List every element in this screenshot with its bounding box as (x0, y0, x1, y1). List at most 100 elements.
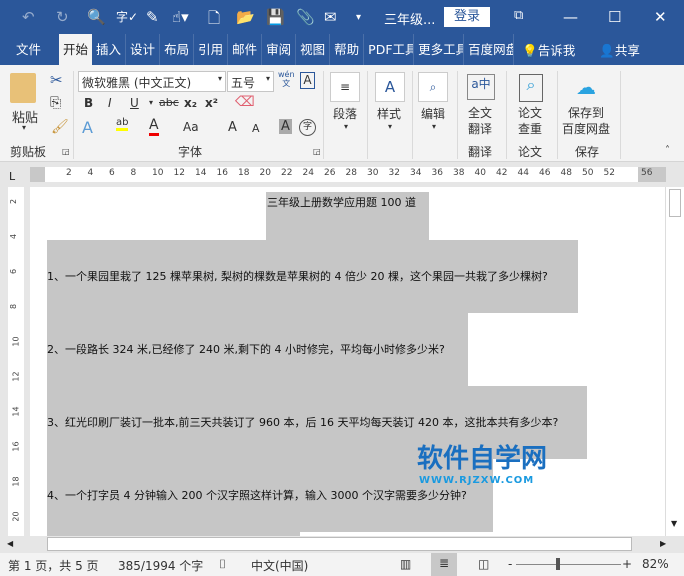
translate-icon[interactable]: a中 (467, 74, 495, 100)
chevron-down-icon[interactable]: ▾ (432, 122, 436, 131)
underline-button[interactable]: U (130, 96, 139, 110)
zoom-slider-thumb[interactable] (556, 558, 560, 570)
zoom-out-button[interactable]: - (508, 557, 512, 571)
tab-mailings[interactable]: 邮件 (228, 34, 263, 65)
print-preview-icon[interactable]: 🔍 (87, 8, 106, 26)
language[interactable]: 中文(中国) (251, 557, 308, 574)
paste-dropdown-icon[interactable]: ▾ (22, 123, 26, 132)
save-icon[interactable]: 💾 (266, 8, 285, 26)
enclose-characters-button[interactable]: 字 (299, 119, 316, 136)
format-painter-icon[interactable]: 🖌 (51, 119, 69, 135)
chevron-down-icon[interactable]: ▾ (388, 122, 392, 131)
read-mode-icon[interactable]: ▥ (400, 557, 411, 571)
login-button[interactable]: 登录 (444, 7, 490, 27)
scroll-right-icon[interactable]: ▶ (660, 539, 666, 548)
baidu-pan-icon[interactable]: ☁ (576, 75, 596, 99)
document-page[interactable]: 三年级上册数学应用题 100 道 1、一个果园里栽了 125 棵苹果树, 梨树的… (30, 187, 665, 536)
subscript-button[interactable]: x₂ (184, 96, 197, 110)
open-icon[interactable]: 📂 (236, 8, 255, 26)
share-button[interactable]: 👤共享 (599, 40, 640, 59)
maximize-icon[interactable]: ☐ (608, 8, 621, 26)
font-launcher-icon[interactable]: ◲ (313, 147, 321, 156)
undo-icon[interactable]: ↶ (22, 8, 35, 26)
tab-selector-icon[interactable]: L (9, 170, 15, 183)
web-layout-icon[interactable]: ◫ (478, 557, 489, 571)
editing-button[interactable]: 编辑 (421, 105, 445, 122)
scroll-thumb[interactable] (669, 189, 681, 217)
cut-icon[interactable]: ✂ (50, 71, 63, 89)
edit-icon[interactable]: ✎ (146, 8, 159, 26)
tab-references[interactable]: 引用 (194, 34, 229, 65)
ruler-tick: 24 (302, 168, 314, 178)
horizontal-scrollbar[interactable]: ◀ ▶ (0, 536, 684, 553)
customize-icon[interactable]: ▾ (356, 12, 361, 23)
plagiarism-check-icon[interactable]: ⌕ (519, 74, 543, 102)
italic-button[interactable]: I (108, 96, 112, 110)
touch-mode-icon[interactable]: ☝▾ (172, 8, 189, 26)
word-count[interactable]: 385/1994 个字 (118, 557, 203, 574)
grow-font-button[interactable]: A (228, 120, 237, 135)
paragraph-icon[interactable]: ≡ (330, 72, 360, 102)
attach-icon[interactable]: 📎 (296, 8, 315, 26)
redo-icon[interactable]: ↻ (56, 8, 69, 26)
font-name-select[interactable]: 微软雅黑 (中文正文) ▾ (78, 71, 226, 92)
tab-view[interactable]: 视图 (296, 34, 331, 65)
change-case-button[interactable]: Aa (183, 120, 199, 134)
vertical-scrollbar[interactable]: ▼ (665, 187, 684, 536)
bold-button[interactable]: B (84, 96, 93, 110)
scroll-thumb[interactable] (47, 537, 632, 551)
tab-file[interactable]: 文件 (0, 34, 59, 65)
paste-icon[interactable] (10, 73, 36, 103)
strikethrough-button[interactable]: abc (159, 96, 179, 109)
underline-dropdown-icon[interactable]: ▾ (149, 98, 153, 107)
copy-icon[interactable]: ⎘ (50, 95, 61, 111)
styles-icon[interactable]: A (375, 72, 405, 102)
scroll-down-icon[interactable]: ▼ (671, 519, 677, 528)
tab-help[interactable]: 帮助 (330, 34, 365, 65)
close-icon[interactable]: ✕ (654, 8, 667, 26)
email-icon[interactable]: ✉ (324, 8, 337, 26)
minimize-icon[interactable]: — (563, 8, 578, 26)
search-icon[interactable]: ⌕ (418, 72, 448, 102)
ruler-tick: 20 (259, 168, 271, 178)
paper-check-button[interactable]: 论文 查重 (518, 105, 542, 137)
character-border-button[interactable]: A (300, 72, 315, 89)
horizontal-ruler[interactable]: 2 4 6 8 10 12 14 16 18 20 22 24 26 28 30 32 34 36 38 40 42 44… (30, 167, 666, 182)
tab-design[interactable]: 设计 (126, 34, 161, 65)
styles-button[interactable]: 样式 (377, 105, 401, 122)
vertical-ruler[interactable]: 2 4 6 8 10 12 14 16 18 20 (8, 187, 24, 536)
spell-check-icon[interactable]: 字✓ (116, 8, 138, 25)
text-effects-button[interactable]: A (82, 118, 93, 137)
full-translate-button[interactable]: 全文 翻译 (468, 105, 492, 137)
tab-more-tools[interactable]: 更多工具 (414, 34, 465, 65)
zoom-in-button[interactable]: + (622, 557, 632, 571)
new-icon[interactable]: 🗋 (208, 8, 220, 33)
ribbon-display-icon[interactable]: ⧉ (514, 8, 523, 23)
clipboard-launcher-icon[interactable]: ◲ (62, 147, 70, 156)
font-color-button[interactable]: A (149, 117, 159, 136)
zoom-level[interactable]: 82% (642, 557, 669, 571)
page-count[interactable]: 第 1 页，共 5 页 (8, 557, 99, 574)
tab-layout[interactable]: 布局 (160, 34, 195, 65)
tab-pdf-tools[interactable]: PDF工具 (364, 34, 415, 65)
superscript-button[interactable]: x² (205, 96, 218, 110)
tab-insert[interactable]: 插入 (92, 34, 127, 65)
zoom-slider[interactable] (516, 564, 621, 565)
highlight-button[interactable]: ab (116, 117, 129, 131)
chevron-down-icon[interactable]: ▾ (344, 122, 348, 131)
print-layout-icon[interactable]: ≣ (431, 553, 457, 576)
collapse-ribbon-icon[interactable]: ˄ (665, 145, 670, 156)
tab-home[interactable]: 开始 (59, 34, 93, 65)
phonetic-guide-button[interactable]: wén 文 (278, 70, 295, 88)
save-to-baidu-button[interactable]: 保存到 百度网盘 (562, 105, 610, 137)
font-size-select[interactable]: 五号 ▾ (227, 71, 274, 92)
clear-formatting-icon[interactable]: ⌫ (235, 94, 255, 110)
character-shading-button[interactable]: A (279, 119, 292, 134)
tell-me-button[interactable]: 💡告诉我 (522, 40, 575, 59)
shrink-font-button[interactable]: A (252, 122, 260, 135)
tab-review[interactable]: 审阅 (262, 34, 297, 65)
tab-baidu-pan[interactable]: 百度网盘 (464, 34, 515, 65)
proofing-icon[interactable]: ⌷ (219, 557, 226, 572)
scroll-left-icon[interactable]: ◀ (7, 539, 13, 548)
paragraph-button[interactable]: 段落 (333, 105, 357, 122)
